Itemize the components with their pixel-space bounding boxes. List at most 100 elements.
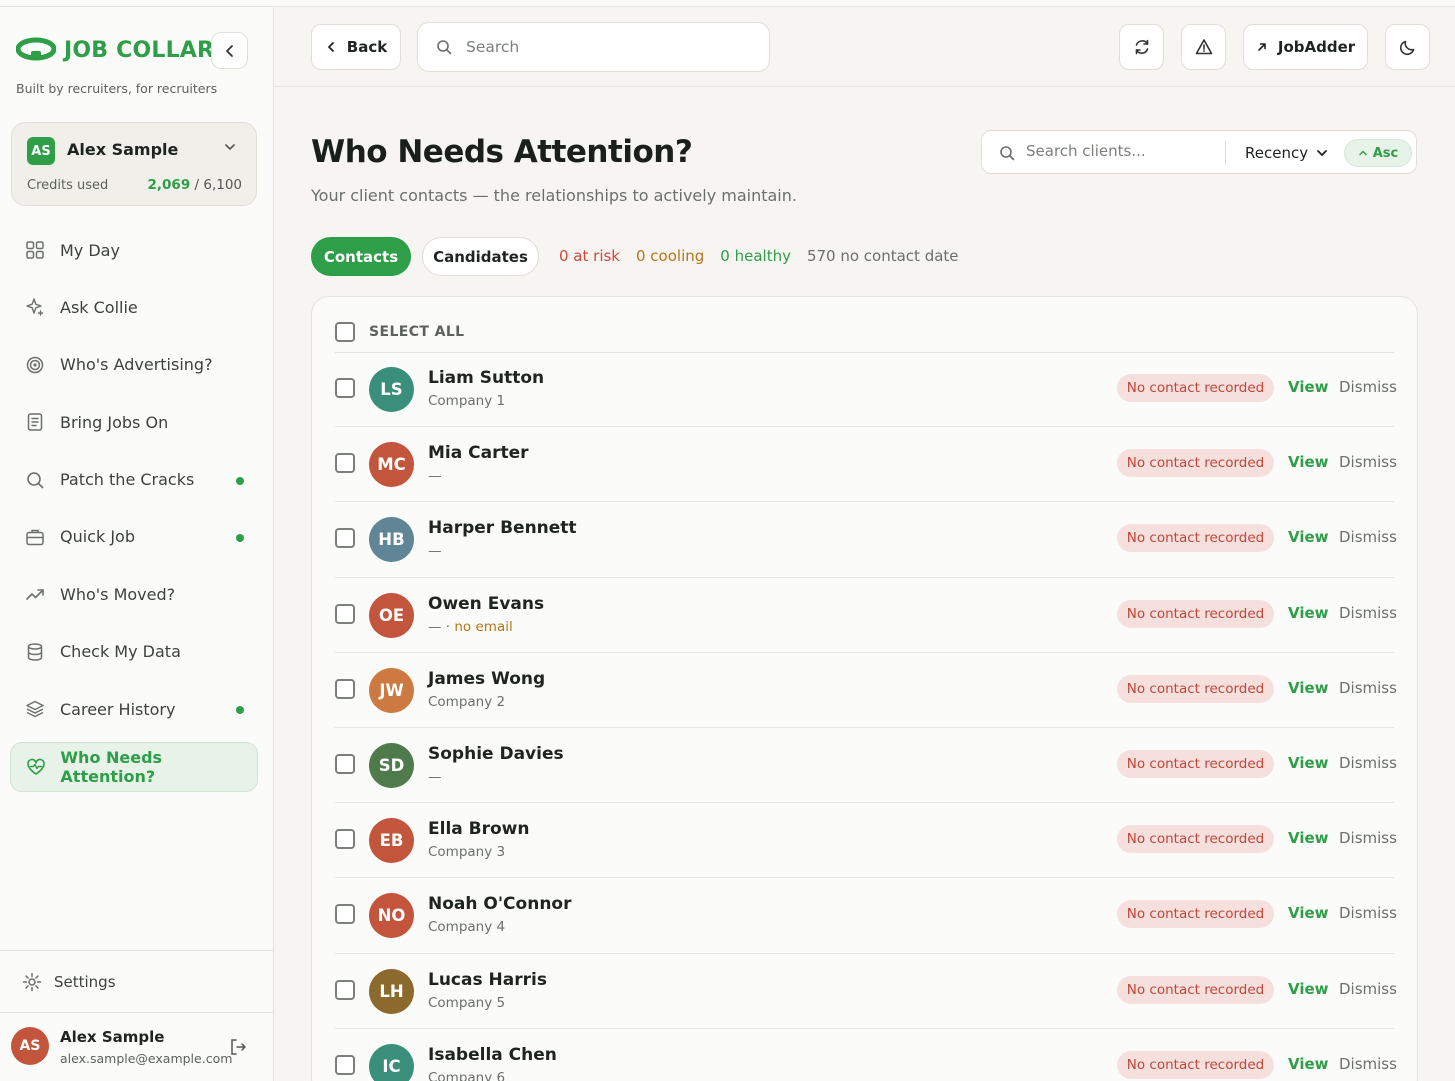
contact-name[interactable]: Sophie Davies	[428, 744, 564, 764]
select-all[interactable]: SELECT ALL	[335, 322, 465, 342]
sort-select[interactable]: Recency	[1245, 144, 1328, 162]
sidebar-item-career-history[interactable]: Career History	[10, 684, 258, 734]
alerts-button[interactable]	[1181, 24, 1226, 70]
search-input[interactable]	[466, 38, 746, 56]
company-text: Company 5	[428, 994, 506, 1011]
dismiss-button[interactable]: Dismiss	[1339, 1055, 1397, 1073]
row-checkbox[interactable]	[335, 1054, 355, 1075]
row-checkbox[interactable]	[335, 378, 355, 398]
logout-icon[interactable]	[228, 1037, 248, 1061]
view-button[interactable]: View	[1288, 829, 1329, 847]
stat-cooling[interactable]: 0 cooling	[636, 247, 704, 265]
dismiss-button[interactable]: Dismiss	[1339, 980, 1397, 998]
row-checkbox[interactable]	[335, 904, 355, 925]
table-row: HB Harper Bennett — No contact recorded View…	[335, 502, 1397, 578]
contact-name[interactable]: Ella Brown	[428, 819, 530, 839]
dismiss-button[interactable]: Dismiss	[1339, 754, 1397, 772]
back-label: Back	[346, 38, 388, 56]
settings-link[interactable]: Settings	[0, 950, 273, 1012]
sidebar-item-patch-the-cracks[interactable]: Patch the Cracks	[10, 455, 258, 505]
row-checkbox[interactable]	[335, 453, 355, 474]
contact-name[interactable]: Lucas Harris	[428, 970, 547, 990]
external-arrow-icon	[1258, 43, 1266, 51]
row-checkbox[interactable]	[335, 528, 355, 549]
contact-name[interactable]: Mia Carter	[428, 443, 529, 463]
chevron-left-icon	[225, 44, 233, 57]
brand-logo[interactable]: JOB COLLAR	[16, 37, 214, 63]
view-button[interactable]: View	[1288, 754, 1329, 772]
row-checkbox[interactable]	[335, 829, 355, 850]
sidebar-item-who-s-advertising[interactable]: Who's Advertising?	[10, 340, 258, 390]
collapse-sidebar-button[interactable]	[211, 32, 248, 69]
stat-no-contact: 570 no contact date	[806, 247, 959, 265]
select-all-checkbox[interactable]	[335, 322, 355, 342]
stat-healthy[interactable]: 0 healthy	[720, 247, 791, 265]
view-button[interactable]: View	[1288, 528, 1329, 546]
avatar: OE	[369, 592, 414, 638]
sidebar-item-bring-jobs-on[interactable]: Bring Jobs On	[10, 397, 258, 447]
chevron-down-icon	[1317, 150, 1327, 157]
view-button[interactable]: View	[1288, 904, 1329, 922]
table-row: NO Noah O'Connor Company 4 No contact recor…	[335, 878, 1397, 954]
client-search-input[interactable]	[1026, 142, 1216, 160]
view-button[interactable]: View	[1288, 1055, 1329, 1073]
jobadder-button[interactable]: JobAdder	[1243, 24, 1368, 70]
avatar: NO	[369, 893, 414, 939]
sort-order-toggle[interactable]: Asc	[1344, 139, 1412, 167]
contact-name[interactable]: James Wong	[428, 669, 545, 689]
tagline: Built by recruiters, for recruiters	[16, 81, 218, 96]
global-search[interactable]	[417, 22, 770, 72]
dismiss-button[interactable]: Dismiss	[1339, 453, 1397, 471]
account-switcher[interactable]: AS Alex Sample Credits used 2,069 / 6,10…	[11, 122, 257, 206]
refresh-button[interactable]	[1119, 24, 1164, 70]
status-badge: No contact recorded	[1117, 449, 1274, 478]
back-button[interactable]: Back	[311, 24, 401, 70]
row-checkbox[interactable]	[335, 979, 355, 1000]
status-badge: No contact recorded	[1117, 599, 1274, 628]
sidebar-item-my-day[interactable]: My Day	[10, 225, 258, 275]
contact-name[interactable]: Isabella Chen	[428, 1045, 557, 1065]
contact-name[interactable]: Noah O'Connor	[428, 894, 571, 914]
company-text: Company 3	[428, 844, 506, 861]
table-row: LH Lucas Harris Company 5 No contact record…	[335, 954, 1397, 1029]
view-button[interactable]: View	[1288, 453, 1329, 471]
view-button[interactable]: View	[1288, 378, 1329, 396]
sidebar-item-quick-job[interactable]: Quick Job	[10, 512, 258, 562]
view-button[interactable]: View	[1288, 679, 1329, 697]
row-checkbox[interactable]	[335, 678, 355, 699]
dismiss-button[interactable]: Dismiss	[1339, 829, 1397, 847]
tab-candidates[interactable]: Candidates	[422, 237, 539, 276]
contact-company: Company 2	[428, 694, 505, 710]
sidebar-item-who-s-moved[interactable]: Who's Moved?	[10, 569, 258, 619]
dismiss-button[interactable]: Dismiss	[1339, 679, 1397, 697]
dismiss-button[interactable]: Dismiss	[1339, 904, 1397, 922]
view-button[interactable]: View	[1288, 980, 1329, 998]
status-badge: No contact recorded	[1117, 900, 1274, 929]
table-row: OE Owen Evans — · no email No contact recor…	[335, 578, 1397, 653]
tab-contacts[interactable]: Contacts	[311, 237, 411, 276]
chevron-left-icon	[327, 42, 334, 52]
contact-name[interactable]: Liam Sutton	[428, 368, 544, 388]
row-checkbox[interactable]	[335, 753, 355, 774]
sidebar-nav: My Day Ask Collie Who's Advertising? Bring …	[10, 225, 258, 799]
row-checkbox[interactable]	[335, 603, 355, 624]
dismiss-button[interactable]: Dismiss	[1339, 528, 1397, 546]
gear-icon	[22, 972, 42, 991]
theme-toggle-button[interactable]	[1385, 24, 1430, 70]
sidebar-item-ask-collie[interactable]: Ask Collie	[10, 282, 258, 332]
no-email-warning: no email	[454, 618, 513, 635]
profile-email: alex.sample@example.com	[60, 1051, 233, 1066]
view-button[interactable]: View	[1288, 604, 1329, 622]
status-badge: No contact recorded	[1117, 825, 1274, 854]
avatar[interactable]: AS	[11, 1027, 49, 1065]
dismiss-button[interactable]: Dismiss	[1339, 378, 1397, 396]
contact-name[interactable]: Harper Bennett	[428, 518, 577, 538]
stat-at-risk[interactable]: 0 at risk	[559, 247, 620, 265]
select-all-label: SELECT ALL	[369, 324, 465, 340]
sidebar-item-who-needs-attention[interactable]: Who Needs Attention?	[10, 741, 258, 792]
contact-name[interactable]: Owen Evans	[428, 594, 544, 614]
company-text: —	[428, 768, 442, 785]
top-bar: Back JobAdder	[274, 7, 1455, 87]
dismiss-button[interactable]: Dismiss	[1339, 604, 1397, 622]
sidebar-item-check-my-data[interactable]: Check My Data	[10, 627, 258, 677]
